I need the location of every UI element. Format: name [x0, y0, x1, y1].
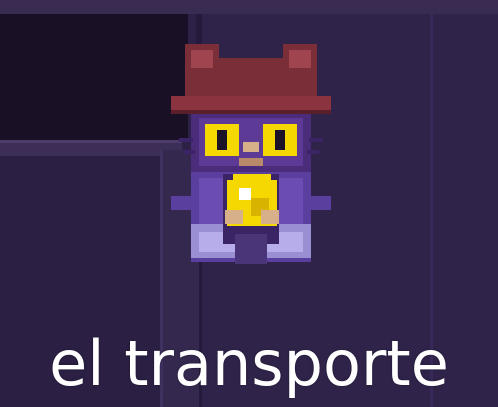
- niko-character-sprite: [171, 44, 331, 264]
- caption-text: el transporte: [49, 327, 449, 400]
- ceiling-strip: [0, 0, 498, 14]
- dark-window-panel: [0, 0, 188, 140]
- game-scene: el transporte: [0, 0, 498, 407]
